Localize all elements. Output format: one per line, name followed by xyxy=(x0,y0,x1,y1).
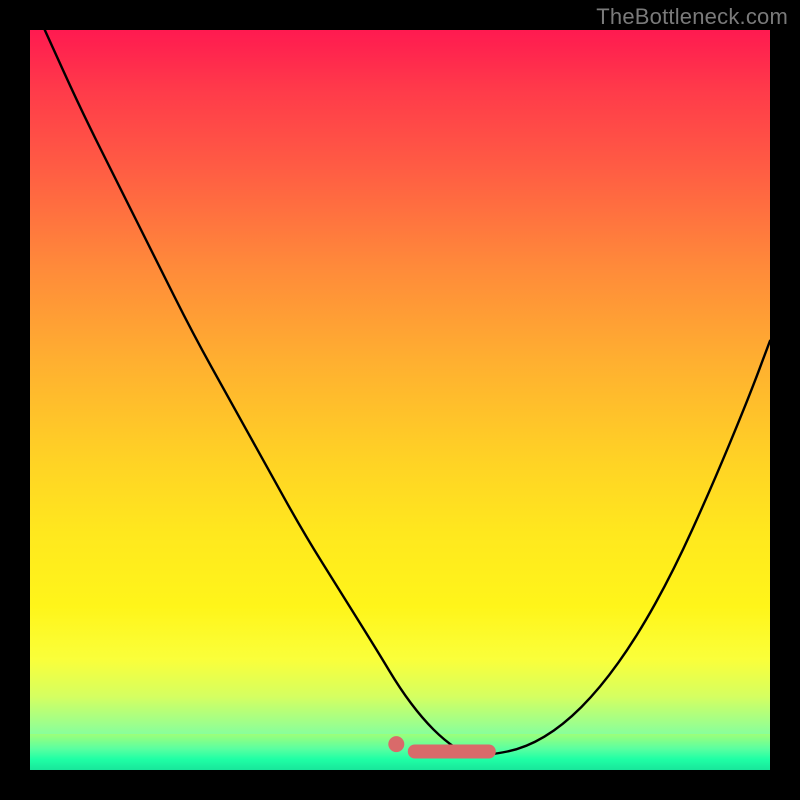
curve-svg xyxy=(30,30,770,770)
watermark-text: TheBottleneck.com xyxy=(596,4,788,30)
chart-frame: TheBottleneck.com xyxy=(0,0,800,800)
bottleneck-curve xyxy=(45,30,770,755)
plot-area xyxy=(30,30,770,770)
dot-left-marker xyxy=(388,736,404,752)
